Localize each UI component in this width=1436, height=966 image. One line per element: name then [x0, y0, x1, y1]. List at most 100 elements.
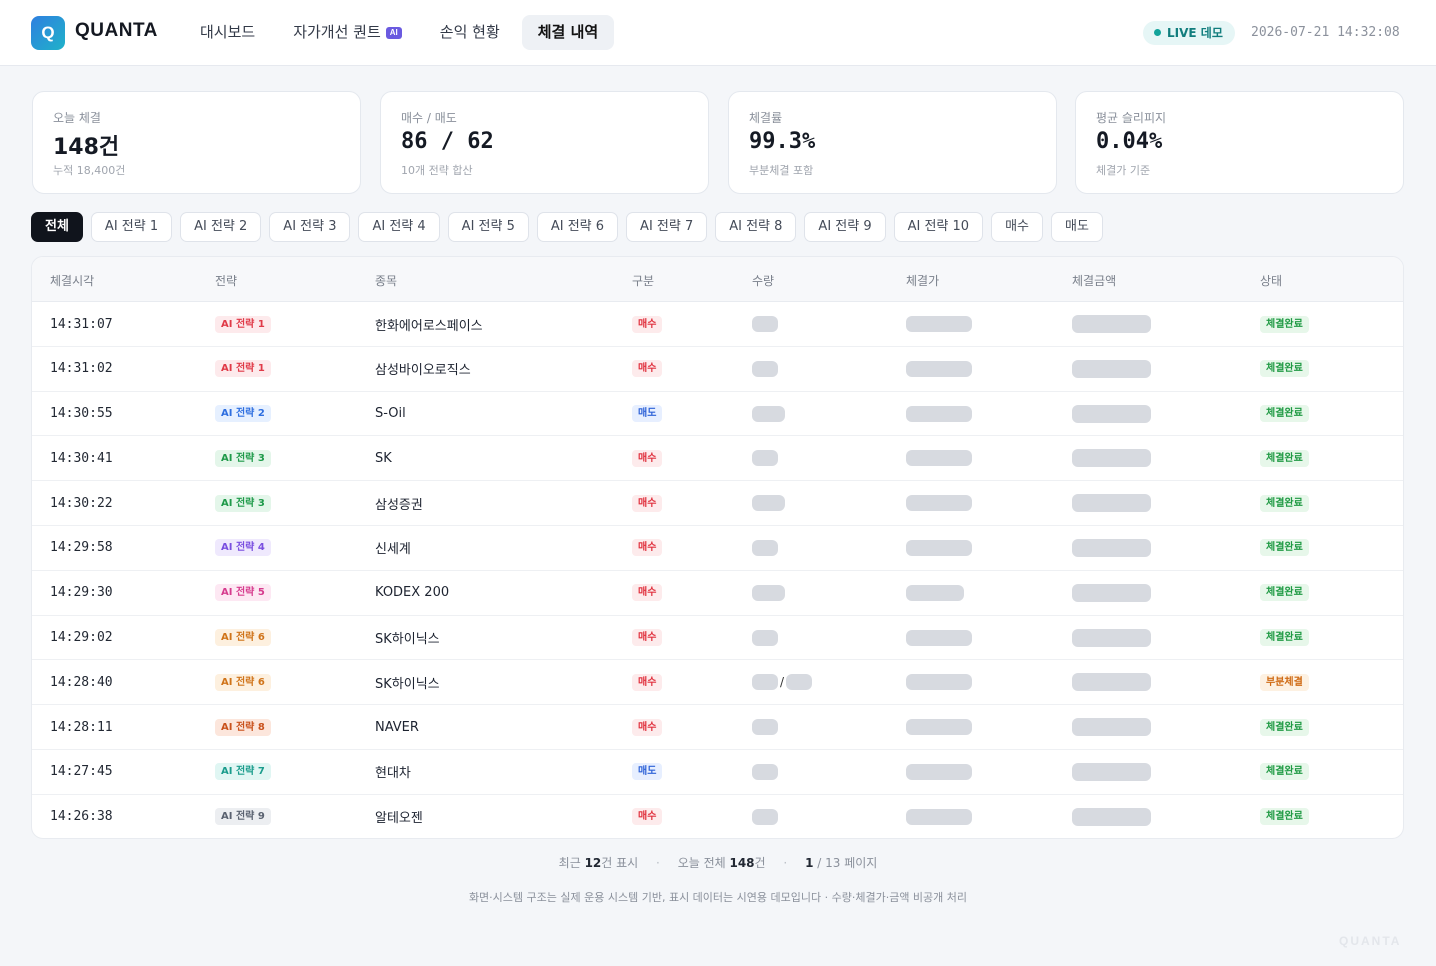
redacted-price: [906, 360, 972, 377]
cell-side: 매수: [632, 616, 663, 660]
cell-symbol: 신세계: [375, 542, 411, 558]
table-row[interactable]: 14:28:11 AI 전략 8 NAVER 매수 체결완료: [32, 705, 1403, 750]
filter-chip[interactable]: AI 전략 10: [893, 212, 984, 242]
filter-chip[interactable]: AI 전략 7: [626, 212, 708, 242]
redacted-qty-filled: [752, 674, 778, 691]
col-header-amount[interactable]: 체결금액: [1072, 272, 1116, 289]
stat-sub: 누적 18,400건: [53, 164, 126, 177]
redacted-qty: [752, 584, 785, 601]
redacted-amount: [1072, 673, 1151, 692]
cell-price: [906, 436, 972, 480]
nav-item-4[interactable]: 체결 내역: [521, 15, 615, 50]
redacted-qty: [752, 808, 778, 825]
stat-value: 148건: [53, 135, 120, 160]
cell-amount: [1072, 392, 1151, 436]
table-row[interactable]: 14:28:40 AI 전략 6 SK하이닉스 매수 / 부분체결: [32, 660, 1403, 706]
status-badge: 부분체결: [1260, 673, 1309, 691]
col-header-time[interactable]: 체결시각: [50, 272, 94, 289]
filter-chip[interactable]: AI 전략 3: [269, 212, 351, 242]
filter-chip[interactable]: AI 전략 9: [804, 212, 886, 242]
filter-chip[interactable]: 전체: [31, 212, 83, 242]
col-header-status[interactable]: 상태: [1260, 272, 1282, 289]
col-header-strategy[interactable]: 전략: [215, 272, 237, 289]
cell-time: 14:30:55: [50, 406, 113, 422]
table-row[interactable]: 14:31:02 AI 전략 1 삼성바이오로직스 매수 체결완료: [32, 347, 1403, 392]
status-badge: 체결완료: [1260, 405, 1309, 423]
strategy-tag: AI 전략 8: [215, 718, 271, 736]
side-tag: 매수: [632, 673, 663, 691]
nav-item-3[interactable]: 손익 현황: [424, 15, 516, 50]
cell-strategy: AI 전략 1: [215, 347, 271, 391]
total-count: 148: [729, 856, 755, 870]
cell-amount: [1072, 750, 1151, 794]
redacted-price: [906, 495, 972, 512]
cell-symbol: SK하이닉스: [375, 676, 440, 692]
redacted-price: [906, 316, 972, 332]
cell-amount: [1072, 616, 1151, 660]
table-row[interactable]: 14:30:55 AI 전략 2 S-Oil 매도 체결완료: [32, 392, 1403, 437]
table-row[interactable]: 14:30:41 AI 전략 3 SK 매수 체결완료: [32, 436, 1403, 482]
strategy-tag: AI 전략 1: [215, 315, 271, 333]
filter-chip[interactable]: 매도: [1051, 212, 1103, 242]
nav-item-1[interactable]: 대시보드: [184, 15, 271, 50]
cell-amount: [1072, 302, 1151, 346]
table-row[interactable]: 14:29:30 AI 전략 5 KODEX 200 매수 체결완료: [32, 571, 1403, 616]
cell-side: 매수: [632, 347, 663, 391]
status-badge: 체결완료: [1260, 360, 1309, 378]
filter-chip[interactable]: AI 전략 6: [536, 212, 619, 242]
table-row[interactable]: 14:30:22 AI 전략 3 삼성증권 매수 체결완료: [32, 481, 1403, 526]
cell-qty: /: [752, 660, 813, 704]
filter-chip[interactable]: AI 전략 8: [715, 212, 797, 242]
redacted-amount: [1072, 628, 1151, 647]
total-suffix: 건: [754, 856, 766, 870]
filter-chip[interactable]: 매수: [991, 212, 1043, 242]
cell-time: 14:31:07: [50, 316, 113, 332]
table-row[interactable]: 14:31:07 AI 전략 1 한화에어로스페이스 매수 체결완료: [32, 302, 1403, 347]
redacted-qty: [752, 450, 778, 467]
cell-status: 체결완료: [1260, 526, 1309, 570]
nav-item-2[interactable]: 자가개선 퀀트 AI: [277, 15, 418, 50]
status-badge: 체결완료: [1260, 808, 1309, 826]
table-row[interactable]: 14:29:58 AI 전략 4 신세계 매수 체결완료: [32, 526, 1403, 571]
cell-symbol: 삼성증권: [375, 497, 423, 513]
cell-symbol: SK하이닉스: [375, 632, 440, 648]
col-header-side[interactable]: 구분: [632, 272, 654, 289]
redacted-price: [906, 450, 972, 467]
stat-label: 평균 슬리피지: [1096, 111, 1167, 125]
watermark: QUANTA: [1339, 934, 1402, 948]
cell-price: [906, 750, 972, 794]
filter-chip[interactable]: AI 전략 4: [358, 212, 440, 242]
filter-chip[interactable]: AI 전략 1: [90, 212, 173, 242]
redacted-amount: [1072, 359, 1151, 378]
filter-chip[interactable]: AI 전략 2: [180, 212, 262, 242]
logo-icon[interactable]: Q: [31, 16, 65, 50]
live-label: LIVE 데모: [1167, 26, 1223, 40]
status-badge: 체결완료: [1260, 718, 1309, 736]
cell-side: 매수: [632, 436, 663, 480]
cell-status: 체결완료: [1260, 436, 1309, 480]
nav-label: 체결 내역: [537, 23, 599, 41]
redacted-amount: [1072, 718, 1151, 737]
col-header-qty[interactable]: 수량: [752, 272, 774, 289]
cell-amount: [1072, 526, 1151, 570]
table-row[interactable]: 14:26:38 AI 전략 9 알테오젠 매수 체결완료: [32, 795, 1403, 838]
side-tag: 매도: [632, 763, 663, 781]
side-tag: 매수: [632, 718, 663, 736]
cell-strategy: AI 전략 3: [215, 436, 271, 480]
cell-time: 14:27:45: [50, 764, 113, 780]
col-header-price[interactable]: 체결가: [906, 272, 939, 289]
table-row[interactable]: 14:29:02 AI 전략 6 SK하이닉스 매수 체결완료: [32, 616, 1403, 661]
app-name[interactable]: QUANTA: [75, 20, 158, 42]
cell-qty: [752, 526, 778, 570]
cell-status: 체결완료: [1260, 347, 1309, 391]
side-tag: 매수: [632, 629, 663, 647]
cell-symbol: 현대차: [375, 766, 411, 782]
table-row[interactable]: 14:27:45 AI 전략 7 현대차 매도 체결완료: [32, 750, 1403, 795]
strategy-tag: AI 전략 7: [215, 763, 271, 781]
filter-bar: 전체 AI 전략 1 AI 전략 2 AI 전략 3 AI 전략 4 AI 전략 5 AI …: [31, 212, 1103, 242]
recent-count: 12: [584, 856, 602, 870]
filter-chip[interactable]: AI 전략 5: [447, 212, 529, 242]
cell-time: 14:30:41: [50, 450, 113, 466]
cell-status: 체결완료: [1260, 795, 1309, 838]
col-header-symbol[interactable]: 종목: [375, 272, 397, 289]
